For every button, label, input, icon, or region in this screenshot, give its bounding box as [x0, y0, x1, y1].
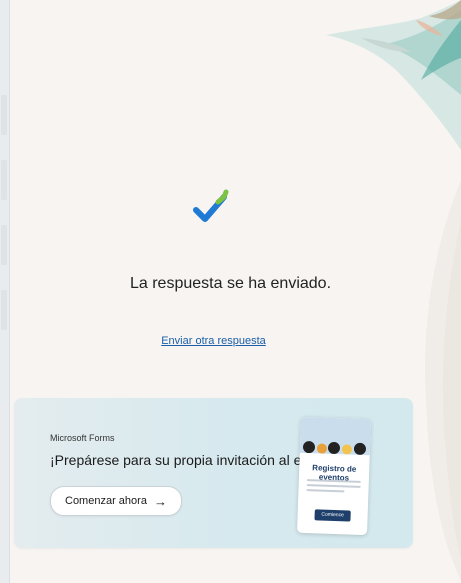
confirmation-message: La respuesta se ha enviado.	[129, 275, 332, 292]
promo-brand: Microsoft Forms	[50, 433, 115, 443]
check-icon	[190, 188, 232, 230]
start-now-button[interactable]: Comenzar ahora →	[50, 486, 182, 516]
send-another-response-link[interactable]: Enviar otra respuesta	[0, 335, 427, 347]
left-strip-segment	[1, 160, 7, 200]
promo-title: ¡Prepárese para su propia invitación al …	[50, 452, 340, 468]
card-button: Comience ahora	[314, 509, 351, 529]
left-strip-segment	[1, 95, 7, 135]
event-registration-card-image: Registro de eventos Comience ahora	[296, 416, 372, 536]
decorative-feather-image	[326, 0, 461, 150]
card-header-illustration	[299, 416, 372, 456]
promo-banner: Microsoft Forms ¡Prepárese para su propi…	[14, 398, 413, 548]
left-strip-segment	[1, 290, 7, 330]
start-now-label: Comenzar ahora	[65, 495, 147, 507]
left-strip-segment	[1, 225, 7, 265]
arrow-right-icon: →	[153, 493, 167, 509]
card-text-lines	[306, 479, 361, 496]
